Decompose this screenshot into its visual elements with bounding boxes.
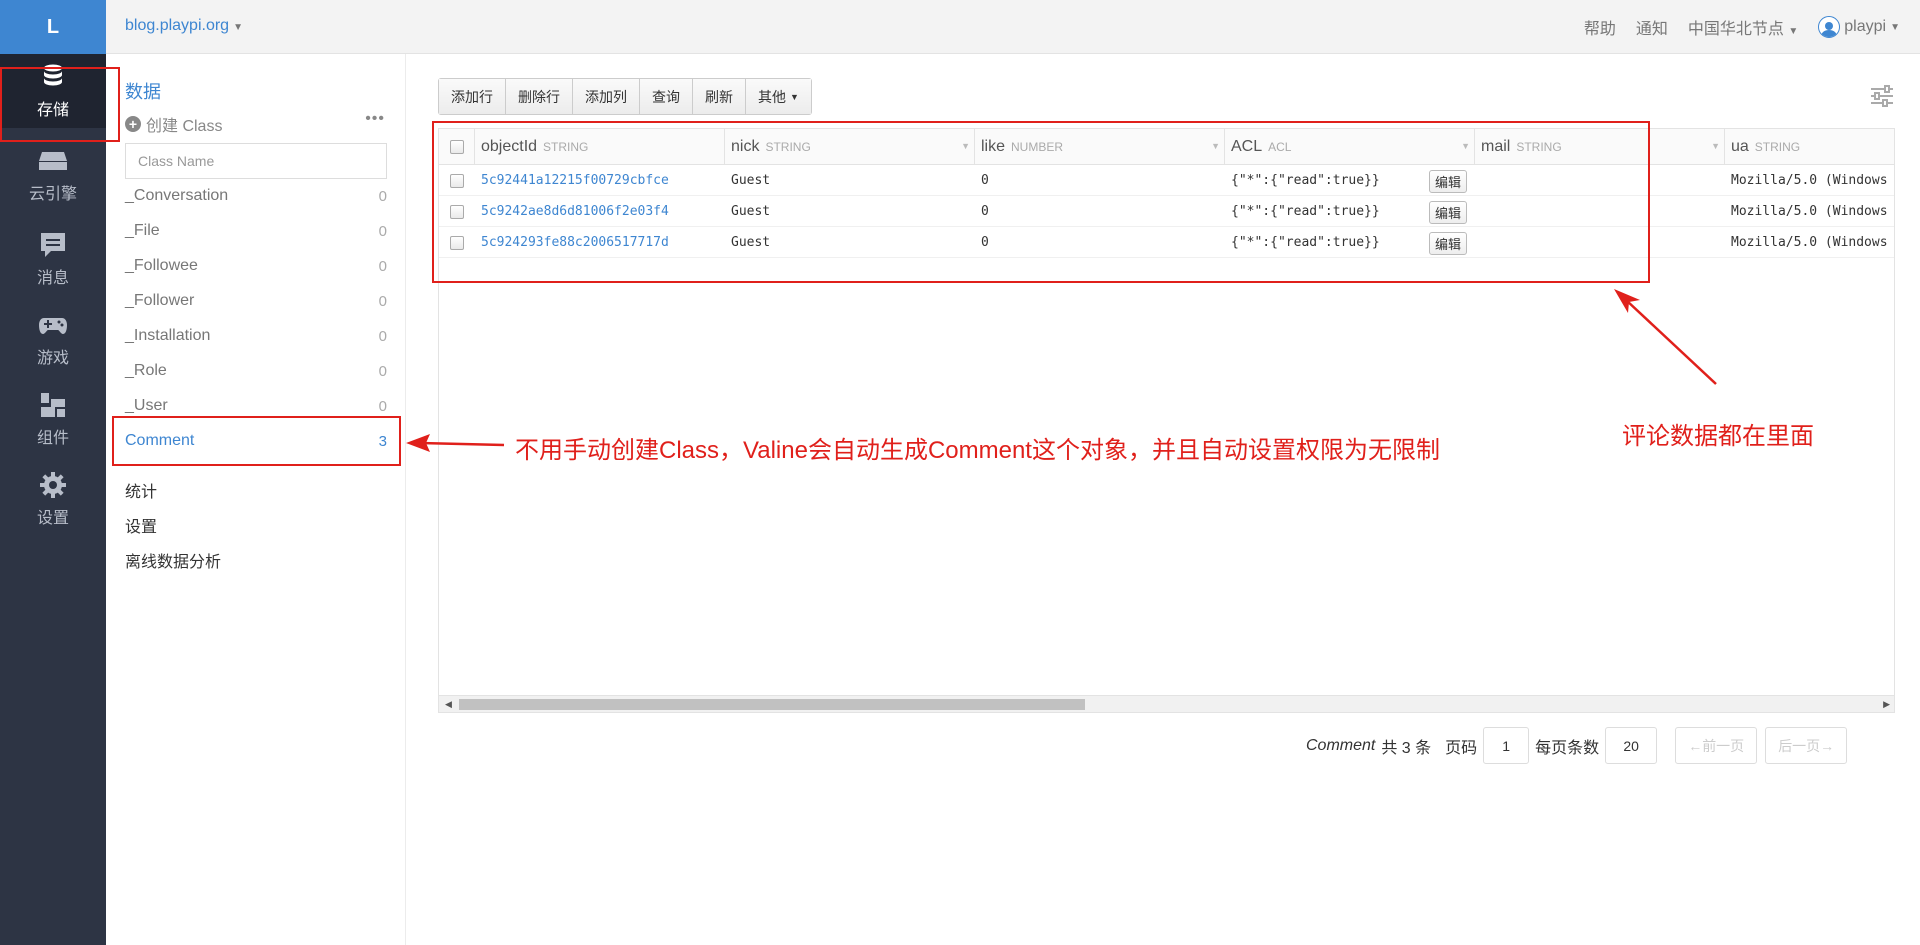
annotation-arrows — [406, 289, 1717, 452]
annotation-comment-note: 不用手动创建Class，Valine会自动生成Comment这个对象，并且自动设… — [515, 437, 1440, 464]
annotation-data-note: 评论数据都在里面 — [1622, 423, 1814, 450]
